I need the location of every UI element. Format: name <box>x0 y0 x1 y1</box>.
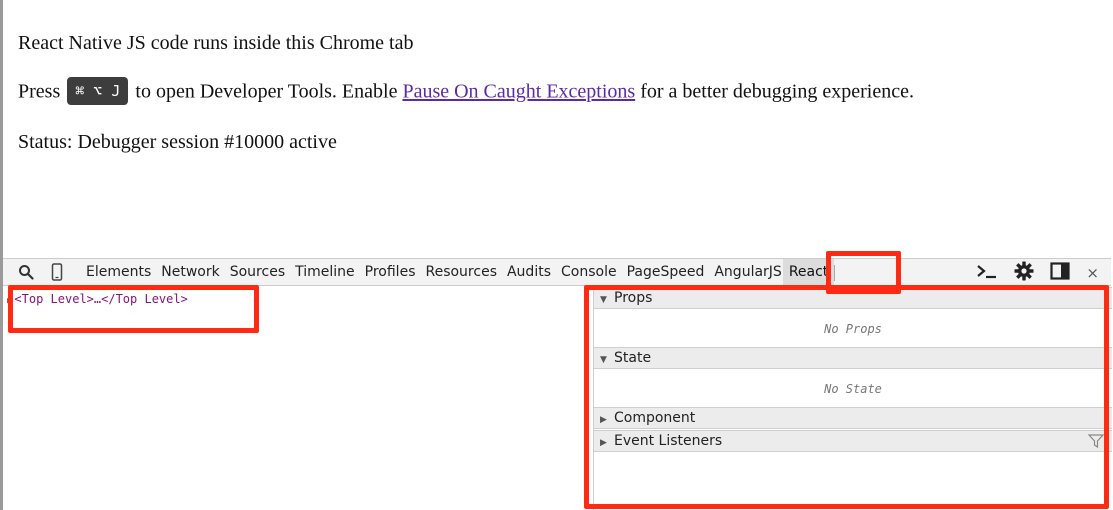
tree-node-top-level[interactable]: <Top Level>…</Top Level> <box>14 292 187 306</box>
dock-side-icon[interactable] <box>1050 261 1071 284</box>
devtools-panel: Elements Network Sources Timeline Profil… <box>3 258 1112 510</box>
instructions-suffix: for a better debugging experience. <box>640 80 914 103</box>
debugger-page: React Native JS code runs inside this Ch… <box>18 0 1108 255</box>
tab-profiles[interactable]: Profiles <box>360 259 421 286</box>
tab-timeline[interactable]: Timeline <box>290 259 360 286</box>
state-empty-message: No State <box>824 382 882 396</box>
expand-triangle-icon[interactable]: ▶ <box>7 296 12 306</box>
intro-text: React Native JS code runs inside this Ch… <box>18 32 414 54</box>
instructions-prefix: Press <box>18 80 61 103</box>
react-sidebar-pane: ▼ Props No Props ▼ State No State ▶ Compone… <box>593 287 1112 510</box>
tab-network[interactable]: Network <box>156 259 224 286</box>
tab-console[interactable]: Console <box>556 259 622 286</box>
props-section-header[interactable]: ▼ Props <box>594 287 1112 309</box>
collapse-triangle-icon: ▼ <box>600 355 607 365</box>
tab-audits[interactable]: Audits <box>502 259 556 286</box>
tab-react[interactable]: React <box>782 259 835 286</box>
tab-resources[interactable]: Resources <box>420 259 502 286</box>
collapse-triangle-icon: ▼ <box>600 295 607 305</box>
pause-on-caught-exceptions-link[interactable]: Pause On Caught Exceptions <box>402 81 635 103</box>
event-listeners-section-header[interactable]: ▶ Event Listeners <box>594 430 1112 452</box>
state-section-title: State <box>614 350 652 366</box>
device-mode-icon[interactable] <box>50 262 64 282</box>
tab-divider <box>834 264 836 281</box>
filter-icon[interactable] <box>1087 434 1105 454</box>
shortcut-key-badge: ⌘ ⌥ J <box>67 77 129 105</box>
settings-gear-icon[interactable] <box>1014 261 1034 285</box>
event-listeners-section-title: Event Listeners <box>614 433 723 449</box>
state-section-header[interactable]: ▼ State <box>594 347 1112 369</box>
search-icon[interactable] <box>17 262 35 282</box>
devtools-right-tools: × <box>976 259 1099 286</box>
component-section-header[interactable]: ▶ Component <box>594 407 1112 429</box>
props-section-title: Props <box>614 290 653 306</box>
close-icon[interactable]: × <box>1086 264 1099 282</box>
instructions-text: Press ⌘ ⌥ J to open Developer Tools. Ena… <box>18 77 914 107</box>
component-tree: ▶ <Top Level>…</Top Level> <box>7 292 188 306</box>
instructions-middle: to open Developer Tools. Enable <box>135 80 398 103</box>
tab-pagespeed[interactable]: PageSpeed <box>622 259 710 286</box>
props-empty-message: No Props <box>824 322 882 336</box>
tab-angularjs[interactable]: AngularJS <box>709 259 782 286</box>
component-section-title: Component <box>614 410 696 426</box>
devtools-tab-strip: Elements Network Sources Timeline Profil… <box>81 259 836 286</box>
console-drawer-icon[interactable] <box>976 263 998 283</box>
devtools-toolbar: Elements Network Sources Timeline Profil… <box>3 258 1111 286</box>
tab-elements[interactable]: Elements <box>81 259 156 286</box>
expand-triangle-icon: ▶ <box>600 438 607 448</box>
expand-triangle-icon: ▶ <box>600 415 607 425</box>
status-text: Status: Debugger session #10000 active <box>18 131 337 153</box>
tab-sources[interactable]: Sources <box>225 259 290 286</box>
